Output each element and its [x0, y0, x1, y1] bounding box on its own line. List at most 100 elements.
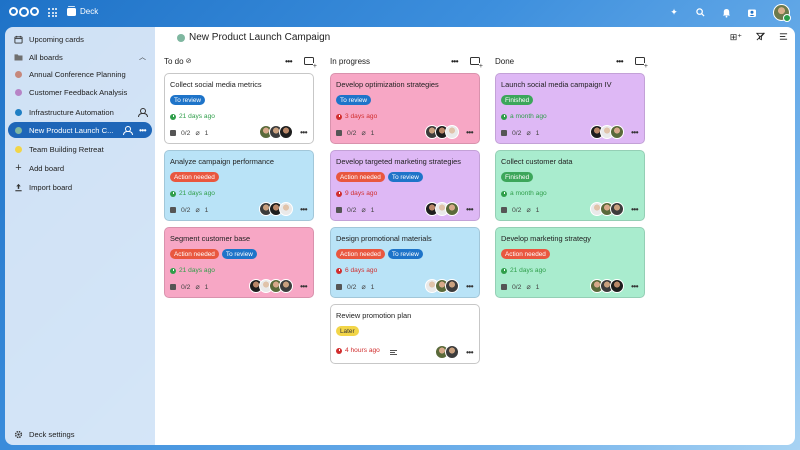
card-actions-icon[interactable]: ••• — [466, 205, 473, 214]
shared-person-icon[interactable] — [138, 108, 148, 117]
avatar[interactable] — [445, 279, 459, 293]
sidebar-item-all-boards[interactable]: All boards ︿ — [8, 49, 152, 65]
card[interactable]: Collect customer data Finished a month ago… — [495, 150, 645, 221]
card[interactable]: Segment customer base Action needed To rev… — [164, 227, 314, 298]
column-actions-icon[interactable]: ••• — [451, 57, 458, 66]
avatar[interactable] — [279, 279, 293, 293]
check-circle-icon[interactable]: ⊘ — [186, 57, 192, 65]
checklist-count: 0/2 — [512, 283, 522, 291]
due-date[interactable]: 21 days ago — [170, 113, 215, 120]
sidebar-board-customer-feedback[interactable]: Customer Feedback Analysis — [8, 84, 152, 100]
assignee-avatars[interactable] — [590, 202, 624, 216]
card-title: Develop marketing strategy — [501, 234, 591, 243]
app-switcher-deck[interactable]: Deck — [67, 5, 98, 16]
due-date[interactable]: 21 days ago — [170, 267, 215, 274]
assignee-avatars[interactable] — [249, 279, 293, 293]
card-meta: 0/2 ⌀ 1 — [336, 283, 374, 291]
card[interactable]: Review promotion plan Later 4 hours ago ••• — [330, 304, 480, 364]
clock-icon — [336, 190, 342, 197]
column-title[interactable]: In progress — [330, 57, 370, 66]
shared-person-icon[interactable] — [123, 126, 134, 135]
avatar[interactable] — [610, 125, 624, 139]
card[interactable]: Develop marketing strategy Action needed 2… — [495, 227, 645, 298]
board-actions-icon[interactable]: ••• — [139, 126, 146, 135]
add-card-icon[interactable] — [470, 57, 483, 70]
nextcloud-logo[interactable] — [9, 6, 39, 17]
deck-settings-button[interactable]: Deck settings — [8, 426, 152, 442]
board-title: New Product Launch Campaign — [177, 32, 330, 43]
column-actions-icon[interactable]: ••• — [616, 57, 623, 66]
sidebar-item-label: New Product Launch C... — [29, 125, 114, 135]
sidebar-board-new-product-launch[interactable]: New Product Launch C... ••• — [8, 122, 152, 138]
checklist-icon — [336, 207, 342, 213]
card-actions-icon[interactable]: ••• — [466, 348, 473, 357]
check-circle-icon — [501, 190, 507, 197]
card[interactable]: Develop optimization strategies To review… — [330, 73, 480, 144]
due-date[interactable]: a month ago — [501, 113, 547, 120]
due-date[interactable]: 4 hours ago — [336, 347, 380, 354]
card[interactable]: Develop targeted marketing strategies Act… — [330, 150, 480, 221]
card-actions-icon[interactable]: ••• — [300, 205, 307, 214]
board-details-menu-icon[interactable] — [779, 32, 788, 43]
notifications-bell-icon[interactable] — [721, 8, 731, 18]
card[interactable]: Launch social media campaign IV Finished a… — [495, 73, 645, 144]
add-board-button[interactable]: + Add board — [8, 160, 152, 176]
assignee-avatars[interactable] — [259, 125, 293, 139]
due-date[interactable]: 3 days ago — [336, 113, 377, 120]
card[interactable]: Design promotional materials Action neede… — [330, 227, 480, 298]
assignee-avatars[interactable] — [259, 202, 293, 216]
column-title[interactable]: To do ⊘ — [164, 57, 191, 66]
avatar[interactable] — [445, 125, 459, 139]
add-card-icon[interactable] — [304, 57, 317, 70]
due-date-text: 21 days ago — [510, 267, 546, 274]
column-title-text: In progress — [330, 56, 371, 66]
column-title[interactable]: Done — [495, 57, 514, 66]
card-actions-icon[interactable]: ••• — [300, 128, 307, 137]
card-actions-icon[interactable]: ••• — [466, 282, 473, 291]
due-date[interactable]: 9 days ago — [336, 190, 377, 197]
sidebar-item-upcoming[interactable]: Upcoming cards — [8, 31, 152, 47]
filter-icon[interactable] — [755, 32, 766, 43]
assignee-avatars[interactable] — [590, 125, 624, 139]
add-card-icon[interactable] — [635, 57, 648, 70]
import-board-button[interactable]: Import board — [8, 179, 152, 195]
avatar[interactable] — [279, 125, 293, 139]
card-actions-icon[interactable]: ••• — [631, 128, 638, 137]
assignee-avatars[interactable] — [425, 279, 459, 293]
card-meta: 0/2 ⌀ 1 — [501, 206, 539, 214]
assignee-avatars[interactable] — [590, 279, 624, 293]
app-menu-icon[interactable] — [48, 8, 57, 17]
card-actions-icon[interactable]: ••• — [631, 205, 638, 214]
checklist-count: 0/2 — [347, 206, 357, 214]
avatar[interactable] — [279, 202, 293, 216]
avatar[interactable] — [610, 279, 624, 293]
sidebar-board-team-building[interactable]: Team Building Retreat — [8, 141, 152, 157]
assignee-avatars[interactable] — [425, 202, 459, 216]
due-date[interactable]: 21 days ago — [501, 267, 546, 274]
chevron-up-icon[interactable]: ︿ — [139, 52, 146, 62]
add-list-icon[interactable]: ⊞⁺ — [730, 32, 742, 43]
sidebar-board-infrastructure[interactable]: Infrastructure Automation — [8, 104, 152, 120]
assignee-avatars[interactable] — [435, 345, 459, 359]
attachment-icon: ⌀ — [361, 207, 366, 214]
due-date[interactable]: a month ago — [501, 190, 547, 197]
assistant-sparkle-icon[interactable]: ✦ — [669, 7, 679, 18]
card-actions-icon[interactable]: ••• — [631, 282, 638, 291]
board-main: New Product Launch Campaign ⊞⁺ To do ⊘ •••… — [155, 27, 795, 445]
user-avatar[interactable] — [773, 4, 791, 22]
avatar[interactable] — [445, 202, 459, 216]
card-actions-icon[interactable]: ••• — [300, 282, 307, 291]
avatar[interactable] — [445, 345, 459, 359]
card-title: Develop targeted marketing strategies — [336, 157, 461, 166]
card[interactable]: Analyze campaign performance Action neede… — [164, 150, 314, 221]
search-icon[interactable] — [695, 8, 705, 18]
due-date[interactable]: 6 days ago — [336, 267, 377, 274]
assignee-avatars[interactable] — [425, 125, 459, 139]
card-actions-icon[interactable]: ••• — [466, 128, 473, 137]
sidebar-board-annual-conference[interactable]: Annual Conference Planning — [8, 66, 152, 82]
column-actions-icon[interactable]: ••• — [285, 57, 292, 66]
due-date[interactable]: 21 days ago — [170, 190, 215, 197]
contacts-icon[interactable] — [747, 8, 757, 18]
avatar[interactable] — [610, 202, 624, 216]
card[interactable]: Collect social media metrics To review 21 … — [164, 73, 314, 144]
